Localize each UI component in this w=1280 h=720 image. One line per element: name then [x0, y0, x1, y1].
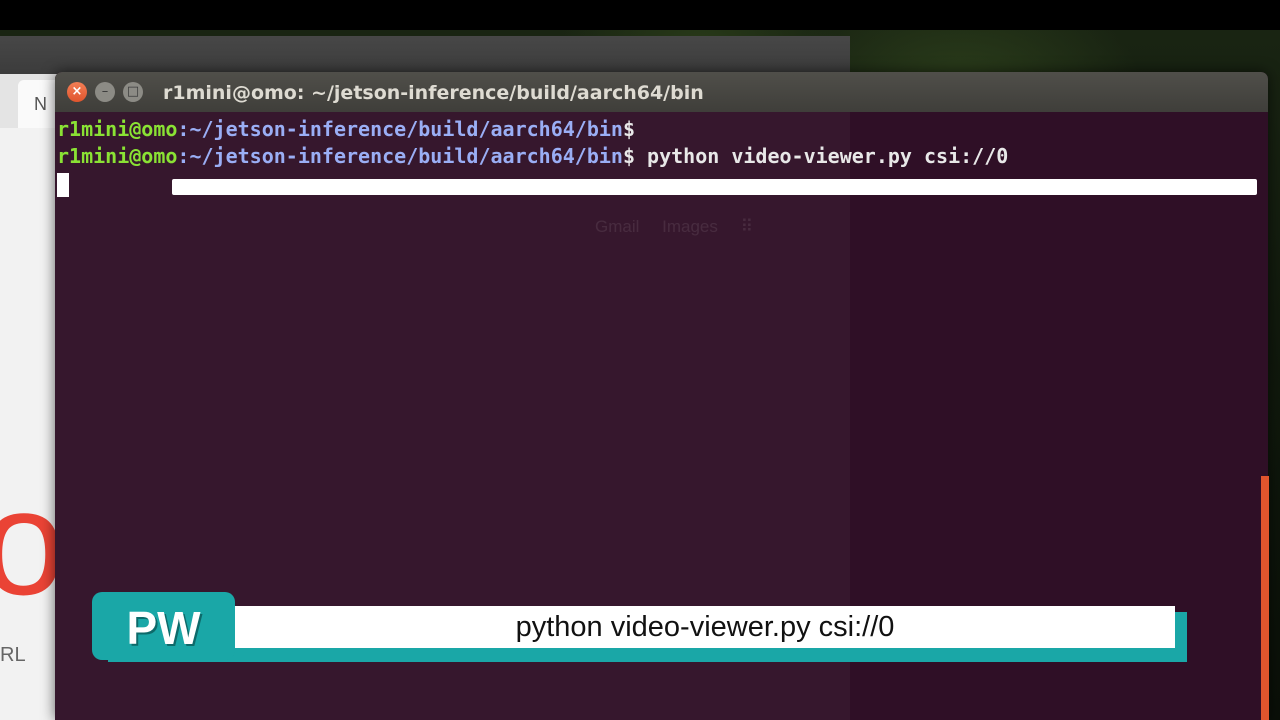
prompt-symbol: $: [622, 117, 635, 141]
highlight-strip: [172, 179, 1257, 195]
scrollbar[interactable]: [1261, 476, 1269, 720]
top-letterbox: [0, 0, 1280, 30]
close-icon[interactable]: ×: [67, 82, 87, 102]
terminal-line: r1mini@omo:~/jetson-inference/build/aarc…: [55, 116, 1268, 143]
terminal-titlebar[interactable]: × – □ r1mini@omo: ~/jetson-inference/bui…: [55, 72, 1268, 112]
terminal-line: r1mini@omo:~/jetson-inference/build/aarc…: [55, 143, 1268, 170]
prompt-user: r1mini@omo: [57, 144, 178, 168]
caption-logo: PW: [92, 592, 235, 660]
prompt-user: r1mini@omo: [57, 117, 178, 141]
prompt-path: :~/jetson-inference/build/aarch64/bin: [177, 144, 623, 168]
browser-url-fragment: RL: [0, 644, 26, 666]
browser-titlebar[interactable]: [0, 36, 850, 74]
prompt-path: :~/jetson-inference/build/aarch64/bin: [177, 117, 623, 141]
browser-tab-label: N: [34, 94, 47, 114]
maximize-icon[interactable]: □: [123, 82, 143, 102]
prompt-symbol: $: [622, 144, 635, 168]
minimize-icon[interactable]: –: [95, 82, 115, 102]
terminal-title: r1mini@omo: ~/jetson-inference/build/aar…: [163, 82, 704, 104]
terminal-cursor: [57, 172, 69, 197]
caption-text: python video-viewer.py csi://0: [235, 606, 1175, 648]
terminal-command: python video-viewer.py csi://0: [635, 144, 1009, 168]
